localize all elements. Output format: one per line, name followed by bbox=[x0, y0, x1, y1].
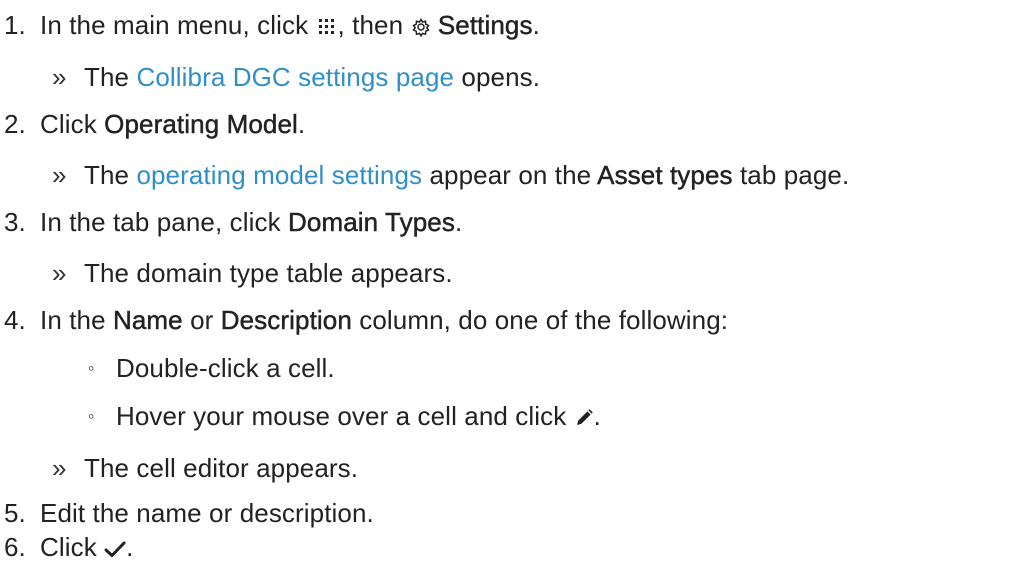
step-6: 6. Click . bbox=[0, 530, 134, 564]
option-marker: ◦ bbox=[88, 406, 95, 426]
step-text: . bbox=[454, 207, 463, 237]
step-3-result: » The domain type table appears. bbox=[52, 256, 453, 290]
step-1: 1. In the main menu, click , then Setting… bbox=[0, 8, 540, 42]
step-text: In the main menu, click bbox=[40, 10, 309, 40]
step-2: 2. Click Operating Model. bbox=[0, 107, 305, 141]
step-number: 6. bbox=[4, 532, 26, 562]
result-marker: » bbox=[52, 160, 67, 190]
step-text: Click bbox=[40, 109, 97, 139]
option-text: Hover your mouse over a cell and click bbox=[116, 401, 567, 431]
apps-grid-icon bbox=[316, 17, 338, 37]
asset-types-label: Asset types bbox=[597, 160, 733, 190]
domain-types-label: Domain Types bbox=[288, 207, 455, 237]
step-number: 1. bbox=[4, 10, 26, 40]
step-2-result: » The operating model settings appear on … bbox=[52, 158, 849, 192]
operating-model-settings-link[interactable]: operating model settings bbox=[136, 160, 422, 190]
step-3: 3. In the tab pane, click Domain Types. bbox=[0, 205, 462, 239]
step-4-option-1: ◦ Double-click a cell. bbox=[88, 351, 335, 385]
step-number: 4. bbox=[4, 305, 26, 335]
result-text: The cell editor appears. bbox=[84, 453, 359, 483]
step-4-option-2: ◦ Hover your mouse over a cell and click … bbox=[88, 399, 601, 433]
option-text: . bbox=[593, 401, 601, 431]
step-text: Click bbox=[40, 532, 97, 562]
pencil-icon bbox=[574, 408, 594, 428]
step-text: . bbox=[532, 10, 540, 40]
result-marker: » bbox=[52, 258, 67, 288]
instructions-document: 1. In the main menu, click , then Setting… bbox=[0, 0, 1023, 564]
step-text: In the tab pane, click bbox=[40, 207, 281, 237]
result-text: The domain type table appears. bbox=[84, 258, 453, 288]
step-4-result: » The cell editor appears. bbox=[52, 451, 358, 485]
step-number: 3. bbox=[4, 207, 26, 237]
operating-model-label: Operating Model bbox=[104, 109, 298, 139]
result-marker: » bbox=[52, 62, 67, 92]
result-text: The bbox=[84, 62, 130, 92]
step-4: 4. In the Name or Description column, do … bbox=[0, 303, 728, 337]
step-1-result: » The Collibra DGC settings page opens. bbox=[52, 60, 540, 94]
step-text: , then bbox=[337, 10, 404, 40]
gear-icon bbox=[411, 17, 431, 38]
option-marker: ◦ bbox=[88, 358, 95, 378]
step-text: In the bbox=[40, 305, 106, 335]
checkmark-icon bbox=[104, 539, 126, 559]
step-5: 5. Edit the name or description. bbox=[0, 496, 374, 530]
step-text: or bbox=[190, 305, 214, 335]
option-text: Double-click a cell. bbox=[116, 353, 335, 383]
result-text: tab page. bbox=[739, 160, 850, 190]
result-text: appear on the bbox=[429, 160, 592, 190]
settings-label: Settings bbox=[437, 10, 533, 40]
step-text: column, do one of the following: bbox=[359, 305, 729, 335]
description-column-label: Description bbox=[220, 305, 353, 335]
name-column-label: Name bbox=[112, 305, 183, 335]
result-text: opens. bbox=[461, 62, 541, 92]
step-number: 5. bbox=[4, 498, 26, 528]
step-text: . bbox=[126, 532, 134, 562]
step-text: Edit the name or description. bbox=[40, 498, 374, 528]
step-number: 2. bbox=[4, 109, 26, 139]
settings-page-link[interactable]: Collibra DGC settings page bbox=[136, 62, 454, 92]
result-marker: » bbox=[52, 453, 67, 483]
result-text: The bbox=[84, 160, 130, 190]
step-text: . bbox=[297, 109, 306, 139]
